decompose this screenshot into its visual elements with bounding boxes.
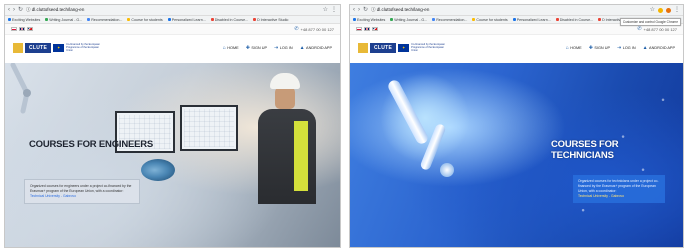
cad-monitor	[180, 105, 238, 151]
login-icon: ⇥	[617, 44, 622, 51]
phone-icon: ✆	[294, 26, 299, 32]
coordinator-link[interactable]: Technical University - Gabrovo	[30, 194, 134, 199]
site-logo[interactable]: CLUTE ✦ Co-financed by the European Prog…	[13, 42, 100, 53]
bookmarks-bar: Exciting Websites Writing Journal - G...…	[5, 16, 340, 24]
eu-flag-icon: ✦	[53, 43, 65, 52]
bookmark-item[interactable]: Course for students	[472, 18, 508, 22]
logo-text: CLUTE	[25, 42, 52, 53]
engineers-screenshot: ‹ › ↻ ⓘ dl.cluttofseed.tech/lang-en ☆ ⋮ …	[4, 4, 341, 248]
logo-subtitle: Co-financed by the European Programme of…	[66, 42, 100, 53]
menu-android-app[interactable]: ▲ ANDROID APP	[300, 45, 332, 51]
forward-icon[interactable]: ›	[358, 7, 360, 13]
hero-title: COURSES FOR ENGINEERS	[29, 139, 154, 150]
reload-icon[interactable]: ↻	[363, 7, 368, 13]
back-icon[interactable]: ‹	[353, 7, 355, 13]
technicians-hero: COURSES FOR TECHNICIANS Organized course…	[350, 63, 683, 247]
bookmark-item[interactable]: Course for students	[127, 18, 163, 22]
description-text: Organized courses for engineers under a …	[30, 184, 132, 193]
language-flags	[11, 27, 33, 31]
url-text[interactable]: ⓘ dl.cluttofseed.tech/lang-en	[26, 7, 320, 13]
bookmark-star-icon[interactable]: ☆	[650, 7, 655, 13]
user-plus-icon: ✚	[245, 44, 250, 51]
description-text: Organized courses for technicians under …	[578, 179, 659, 193]
flag-pl-icon[interactable]	[11, 27, 17, 31]
menu-log-in[interactable]: ⇥ LOG IN	[274, 45, 293, 51]
site-logo[interactable]: CLUTE ✦ Co-financed by the European Prog…	[358, 42, 445, 53]
comparison-stage: ‹ › ↻ ⓘ dl.cluttofseed.tech/lang-en ☆ ⋮ …	[0, 0, 688, 252]
flag-pl-icon[interactable]	[356, 27, 362, 31]
eu-flag-icon: ✦	[398, 43, 410, 52]
menu-home[interactable]: ⌂ HOME	[566, 45, 582, 51]
bookmark-star-icon[interactable]: ☆	[323, 7, 328, 13]
menu-dots-icon[interactable]: ⋮	[331, 7, 337, 13]
contact-text: +48 877 00 00 127	[300, 26, 334, 32]
hero-title: COURSES FOR TECHNICIANS	[551, 139, 619, 161]
bookmark-item[interactable]: Exciting Websites	[8, 18, 40, 22]
bookmark-item[interactable]: Recommendation...	[432, 18, 467, 22]
turbine-graphic	[141, 159, 175, 181]
bookmark-item[interactable]: Recommendation...	[87, 18, 122, 22]
language-flags	[356, 27, 378, 31]
address-bar[interactable]: ‹ › ↻ ⓘ dl.cluttofseed.tech/lang-en ☆ ⋮	[5, 5, 340, 16]
user-plus-icon: ✚	[588, 44, 593, 51]
flag-en-icon[interactable]	[19, 27, 25, 31]
technicians-screenshot: ‹ › ↻ ⓘ dl.cluttofseed.tech/lang-en ☆ ⋮ …	[349, 4, 684, 248]
contact-info: ✆ +48 877 00 00 127	[637, 26, 677, 32]
phone-icon: ✆	[637, 26, 642, 32]
url-text[interactable]: ⓘ dl.cluttofseed.tech/lang-en	[371, 7, 647, 13]
bookmark-item[interactable]: Exciting Websites	[353, 18, 385, 22]
bookmark-item[interactable]: Writing Journal - G...	[390, 18, 427, 22]
contact-text: +48 877 00 00 127	[643, 26, 677, 32]
reload-icon[interactable]: ↻	[18, 7, 23, 13]
extension-icon[interactable]	[658, 7, 663, 13]
home-icon: ⌂	[565, 44, 569, 51]
site-navbar: CLUTE ✦ Co-financed by the European Prog…	[5, 35, 340, 60]
flag-cz-icon[interactable]	[372, 27, 378, 31]
flag-cz-icon[interactable]	[27, 27, 33, 31]
logo-cube-icon	[13, 42, 23, 53]
login-icon: ⇥	[274, 44, 279, 51]
main-menu: ⌂ HOME ✚ SIGN UP ⇥ LOG IN ▲ ANDROID APP	[566, 45, 675, 51]
engineer-figure	[256, 73, 318, 204]
bookmark-item[interactable]: D Interactive Studio	[253, 18, 288, 22]
engineers-hero: COURSES FOR ENGINEERS Organized courses …	[5, 63, 340, 247]
home-icon: ⌂	[222, 44, 226, 51]
address-bar[interactable]: ‹ › ↻ ⓘ dl.cluttofseed.tech/lang-en ☆ ⋮	[350, 5, 683, 16]
menu-home[interactable]: ⌂ HOME	[223, 45, 239, 51]
browser-tooltip: Customize and control Google Chrome	[619, 18, 681, 26]
bookmark-item[interactable]: Personalized Learn...	[167, 18, 206, 22]
android-icon: ▲	[642, 44, 648, 51]
forward-icon[interactable]: ›	[13, 7, 15, 13]
bookmark-item[interactable]: Disabled in Course...	[555, 18, 593, 22]
bookmark-item[interactable]: Disabled in Course...	[210, 18, 248, 22]
robot-arm-graphic	[10, 63, 31, 114]
bookmark-item[interactable]: Personalized Learn...	[512, 18, 551, 22]
contact-info: ✆ +48 877 00 00 127	[294, 26, 334, 32]
hero-description: Organized courses for technicians under …	[573, 175, 665, 203]
bookmark-item[interactable]: Writing Journal - G...	[45, 18, 82, 22]
android-icon: ▲	[299, 44, 305, 51]
profile-avatar[interactable]	[666, 7, 671, 13]
main-menu: ⌂ HOME ✚ SIGN UP ⇥ LOG IN ▲ ANDROID APP	[223, 45, 332, 51]
menu-sign-up[interactable]: ✚ SIGN UP	[246, 45, 267, 51]
top-strip: ✆ +48 877 00 00 127	[5, 24, 340, 35]
back-icon[interactable]: ‹	[8, 7, 10, 13]
logo-cube-icon	[358, 42, 368, 53]
menu-sign-up[interactable]: ✚ SIGN UP	[589, 45, 610, 51]
flag-en-icon[interactable]	[364, 27, 370, 31]
menu-log-in[interactable]: ⇥ LOG IN	[617, 45, 636, 51]
site-navbar: CLUTE ✦ Co-financed by the European Prog…	[350, 35, 683, 60]
logo-subtitle: Co-financed by the European Programme of…	[411, 42, 445, 53]
menu-dots-icon[interactable]: ⋮	[674, 7, 680, 13]
coordinator-link[interactable]: Technical University - Gabrovo	[578, 194, 660, 199]
logo-text: CLUTE	[370, 42, 397, 53]
hero-description: Organized courses for engineers under a …	[24, 179, 140, 204]
menu-android-app[interactable]: ▲ ANDROID APP	[643, 45, 675, 51]
robot-joint-graphic	[440, 163, 454, 177]
